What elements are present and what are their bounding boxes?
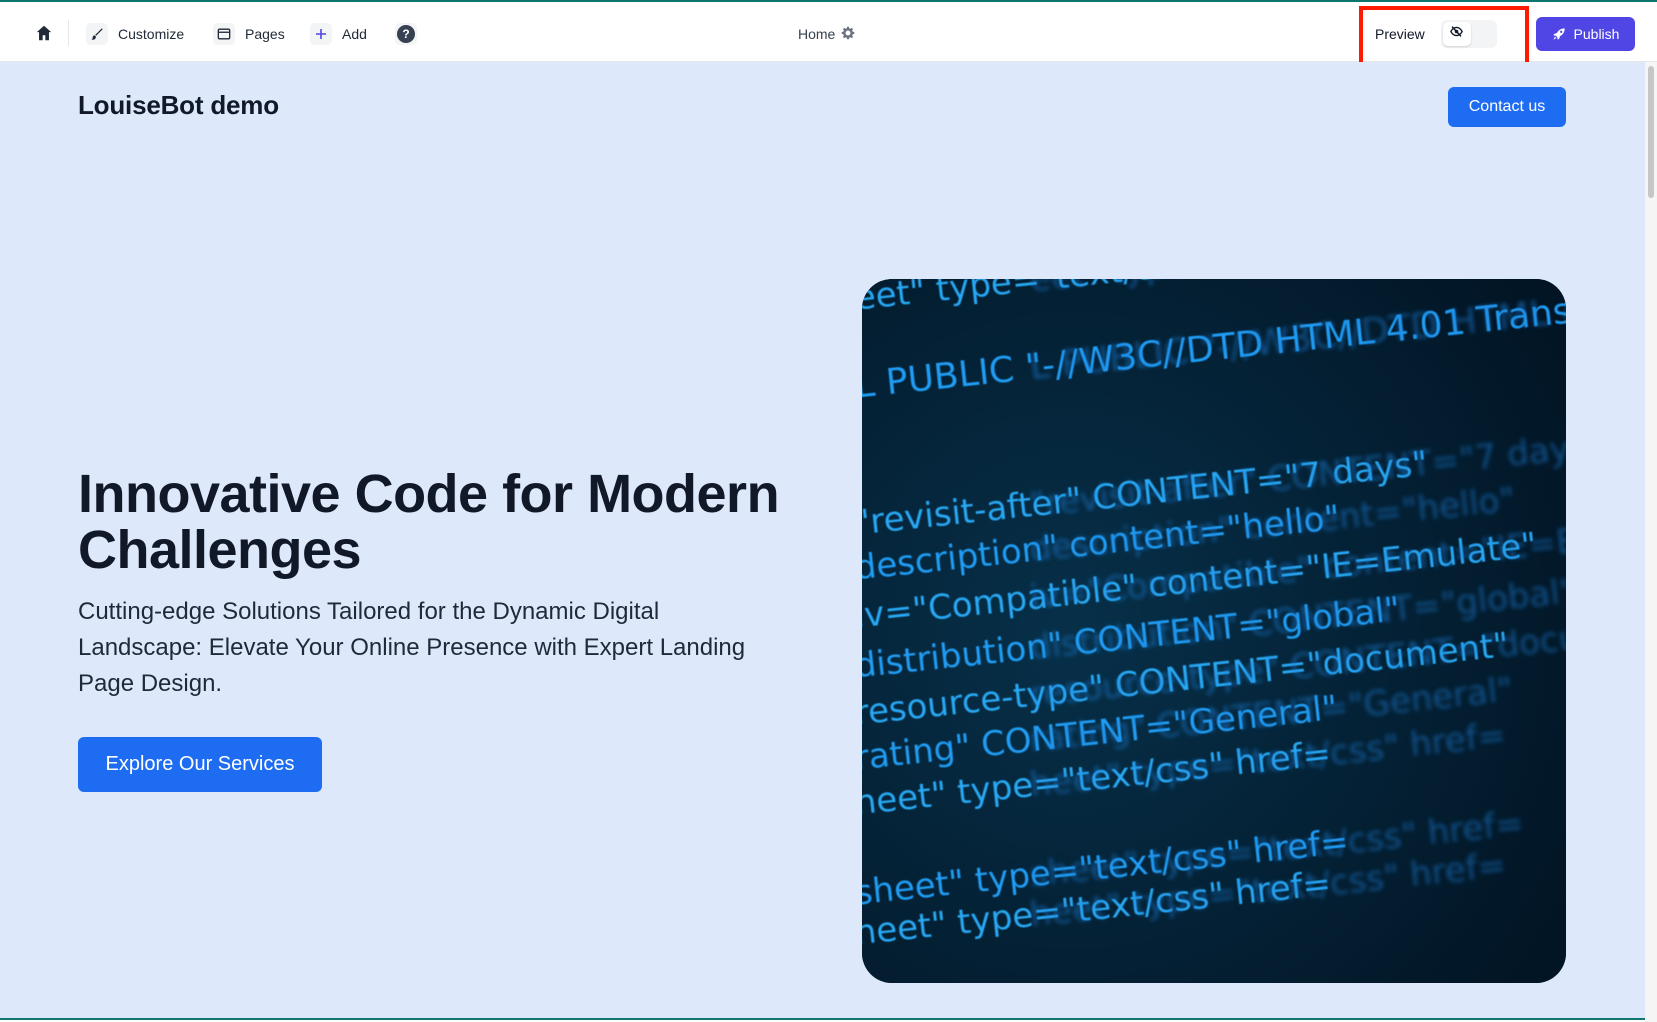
gear-icon[interactable] bbox=[841, 26, 855, 43]
scrollbar-track[interactable] bbox=[1645, 62, 1657, 1022]
scrollbar-thumb[interactable] bbox=[1648, 66, 1654, 198]
customize-label: Customize bbox=[118, 26, 185, 42]
rocket-icon bbox=[1552, 27, 1566, 41]
add-label: Add bbox=[342, 26, 367, 42]
home-icon bbox=[35, 24, 53, 45]
publish-button[interactable]: Publish bbox=[1536, 17, 1635, 51]
publish-label: Publish bbox=[1573, 26, 1620, 42]
preview-toggle[interactable] bbox=[1440, 20, 1497, 48]
site-canvas: LouiseBot demo Contact us Innovative Cod… bbox=[0, 62, 1645, 1020]
plus-icon bbox=[310, 23, 332, 45]
customize-button[interactable]: Customize bbox=[86, 20, 184, 48]
toolbar-divider bbox=[68, 20, 69, 46]
preview-control: Preview bbox=[1375, 17, 1497, 51]
pages-label: Pages bbox=[245, 26, 285, 42]
code-image: eet" type="text/css" href="/css/style.cs… bbox=[862, 279, 1566, 983]
home-button[interactable] bbox=[32, 20, 56, 48]
current-page-label: Home bbox=[798, 26, 836, 42]
eye-off-icon bbox=[1450, 25, 1464, 43]
hero-image: eet" type="text/css" href="/css/style.cs… bbox=[862, 279, 1566, 983]
preview-label: Preview bbox=[1375, 26, 1425, 42]
contact-us-button[interactable]: Contact us bbox=[1448, 87, 1566, 127]
hero-title: Innovative Code for Modern Challenges bbox=[78, 464, 780, 580]
editor-toolbar: Customize Pages Add ? Home Preview Publi… bbox=[0, 0, 1657, 66]
site-logo[interactable]: LouiseBot demo bbox=[78, 90, 279, 121]
hero-subtitle: Cutting-edge Solutions Tailored for the … bbox=[78, 598, 746, 697]
toggle-knob bbox=[1442, 22, 1471, 46]
question-circle-icon: ? bbox=[395, 23, 417, 45]
explore-services-button[interactable]: Explore Our Services bbox=[78, 737, 322, 792]
browser-window-icon bbox=[213, 23, 235, 45]
brush-icon bbox=[86, 23, 108, 45]
help-button[interactable]: ? bbox=[395, 20, 417, 48]
pages-button[interactable]: Pages bbox=[213, 20, 285, 48]
add-button[interactable]: Add bbox=[310, 20, 367, 48]
current-page-selector[interactable]: Home bbox=[798, 20, 855, 48]
